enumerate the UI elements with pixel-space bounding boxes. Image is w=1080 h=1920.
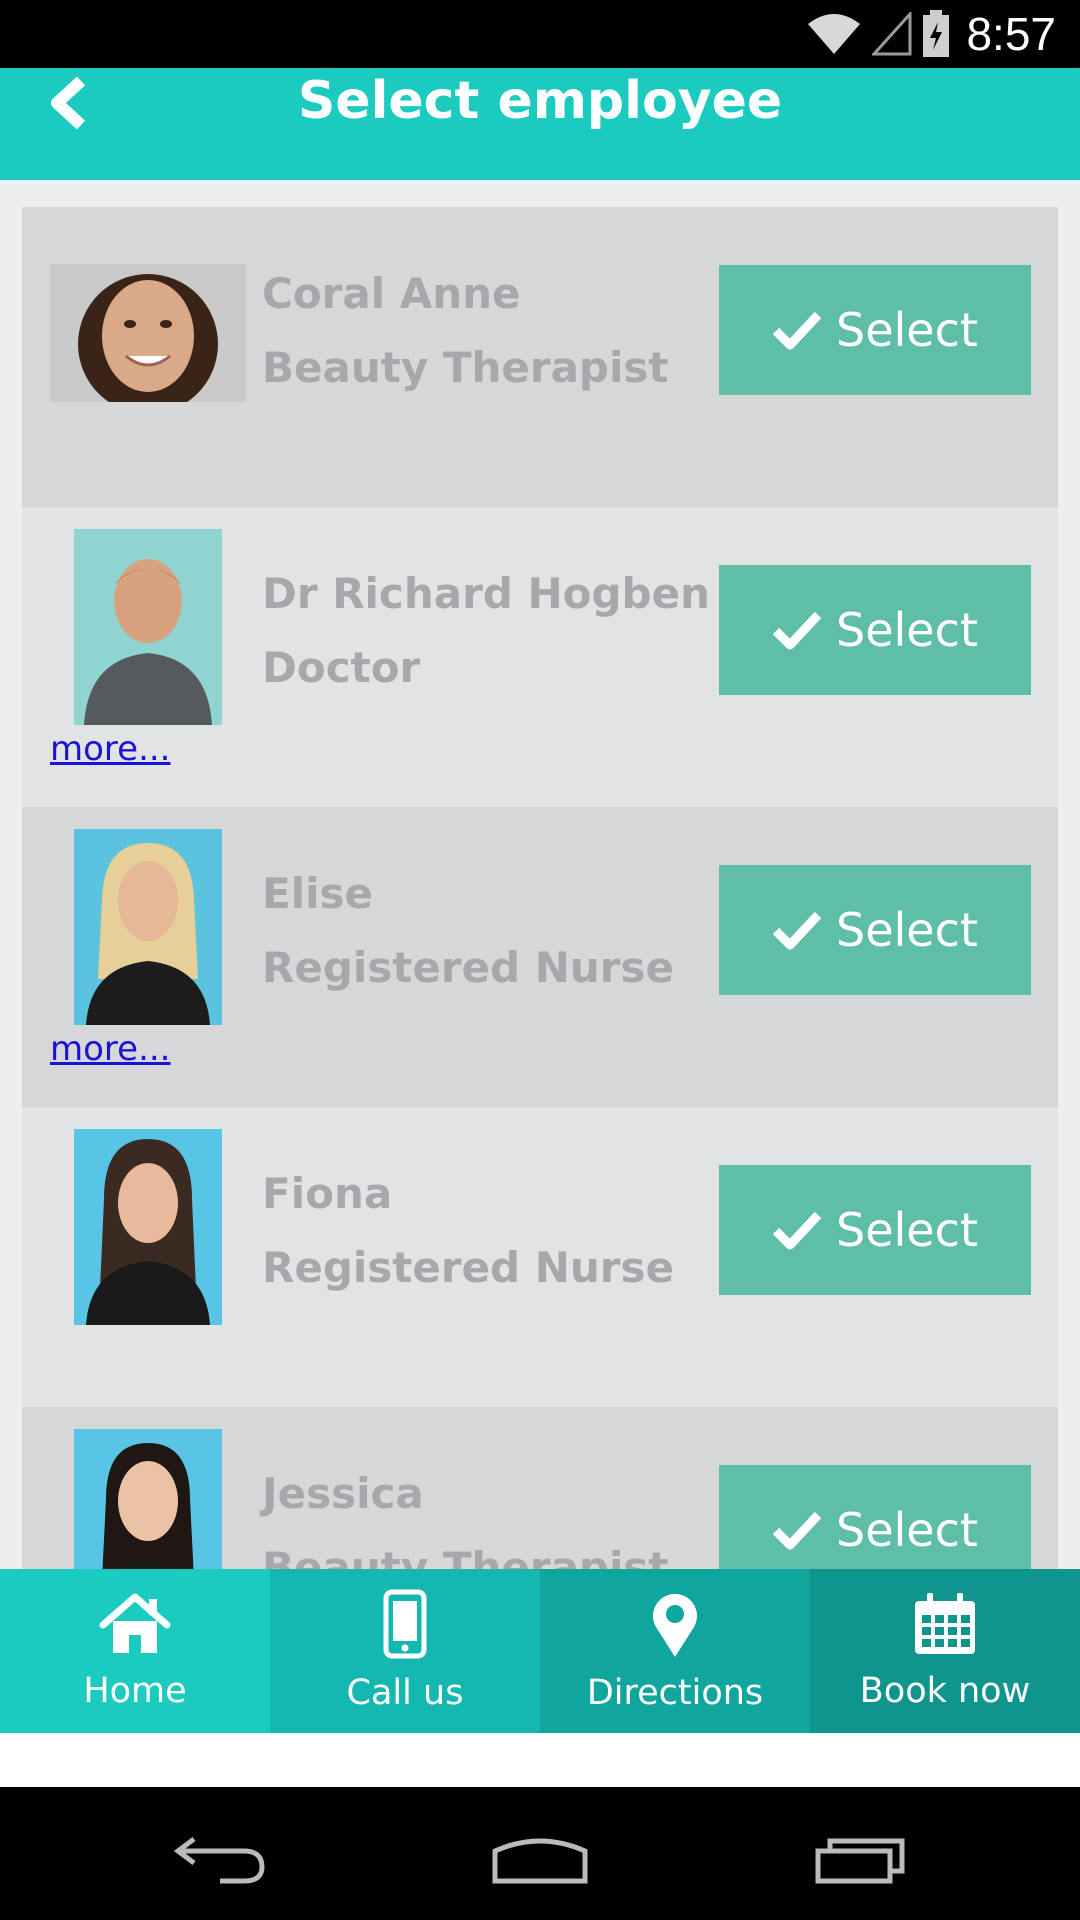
checkmark-icon xyxy=(772,311,822,350)
employee-name: Fiona xyxy=(262,1169,393,1218)
checkmark-icon xyxy=(772,1511,822,1550)
nav-home[interactable]: Home xyxy=(0,1569,270,1733)
signal-icon xyxy=(872,12,912,56)
home-icon xyxy=(99,1593,171,1653)
select-button-label: Select xyxy=(836,1503,978,1557)
select-button[interactable]: Select xyxy=(719,265,1031,395)
employee-card: Coral Anne Beauty Therapist Select xyxy=(22,207,1058,507)
bottom-nav: Home Call us Directions Book now xyxy=(0,1569,1080,1733)
nav-book-now-label: Book now xyxy=(859,1671,1031,1711)
nav-directions-label: Directions xyxy=(586,1673,764,1713)
employee-name: Dr Richard Hogben xyxy=(262,569,710,618)
checkmark-icon xyxy=(772,611,822,650)
nav-call-us-label: Call us xyxy=(346,1673,464,1713)
employee-photo xyxy=(74,1129,222,1325)
employee-photo xyxy=(74,1429,222,1569)
select-button-label: Select xyxy=(836,903,978,957)
wifi-icon xyxy=(808,14,861,54)
nav-home-label: Home xyxy=(83,1671,187,1711)
more-link[interactable]: more... xyxy=(50,729,171,769)
header-bar: Select employee xyxy=(0,68,1080,180)
more-link[interactable]: more... xyxy=(50,1029,171,1069)
checkmark-icon xyxy=(772,911,822,950)
employee-name: Jessica xyxy=(262,1469,424,1518)
battery-icon xyxy=(923,10,950,57)
employee-role: Beauty Therapist xyxy=(262,343,669,392)
map-pin-icon xyxy=(653,1593,697,1657)
status-bar: 8:57 xyxy=(0,0,1080,68)
select-button-label: Select xyxy=(836,303,978,357)
select-button[interactable]: Select xyxy=(719,1165,1031,1295)
bottom-spacer xyxy=(0,1733,1080,1787)
nav-directions[interactable]: Directions xyxy=(540,1569,810,1733)
system-nav-bar xyxy=(0,1787,1080,1920)
employee-card: Jessica Beauty Therapist Select xyxy=(22,1407,1058,1569)
employee-name: Elise xyxy=(262,869,373,918)
employee-photo xyxy=(50,264,246,402)
system-back-button[interactable] xyxy=(160,1817,280,1897)
page-title: Select employee xyxy=(297,71,783,131)
back-arrow-icon xyxy=(173,1837,265,1884)
employee-role: Registered Nurse xyxy=(262,943,674,992)
select-button[interactable]: Select xyxy=(719,565,1031,695)
select-button[interactable]: Select xyxy=(719,1465,1031,1569)
employee-card: Elise Registered Nurse Select more... xyxy=(22,807,1058,1107)
calendar-icon xyxy=(915,1593,975,1654)
employee-role: Doctor xyxy=(262,643,421,692)
employee-card: Fiona Registered Nurse Select xyxy=(22,1107,1058,1407)
employee-photo xyxy=(74,529,222,725)
checkmark-icon xyxy=(772,1211,822,1250)
select-button[interactable]: Select xyxy=(719,865,1031,995)
phone-icon xyxy=(383,1589,427,1659)
system-home-button[interactable] xyxy=(480,1817,600,1897)
nav-book-now[interactable]: Book now xyxy=(810,1569,1080,1733)
select-button-label: Select xyxy=(836,603,978,657)
employee-list-container[interactable]: Coral Anne Beauty Therapist Select Dr Ri… xyxy=(0,180,1080,1569)
employee-role: Beauty Therapist xyxy=(262,1543,669,1569)
employee-name: Coral Anne xyxy=(262,269,521,318)
nav-call-us[interactable]: Call us xyxy=(270,1569,540,1733)
home-outline-icon xyxy=(492,1838,588,1884)
system-recents-button[interactable] xyxy=(800,1817,920,1897)
employee-card: Dr Richard Hogben Doctor Select more... xyxy=(22,507,1058,807)
employee-photo xyxy=(74,829,222,1025)
status-time: 8:57 xyxy=(966,8,1056,60)
recents-icon xyxy=(815,1838,905,1884)
select-button-label: Select xyxy=(836,1203,978,1257)
employee-role: Registered Nurse xyxy=(262,1243,674,1292)
